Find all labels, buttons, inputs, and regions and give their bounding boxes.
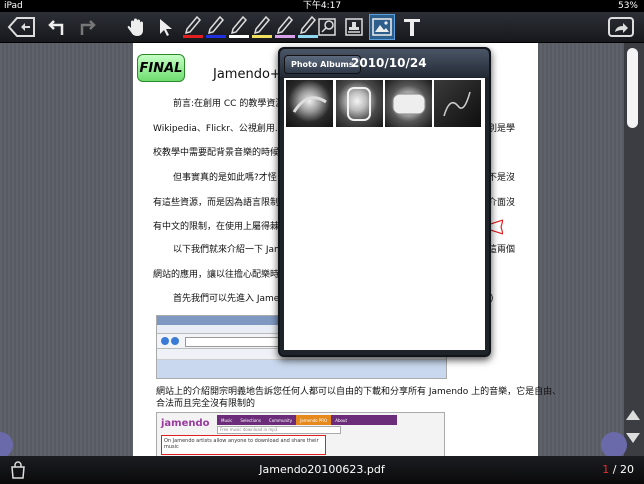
highlighter-purple-icon (275, 15, 295, 38)
home-icon (7, 17, 35, 37)
text-line: 以下我們就來介紹一下 Jame (173, 245, 289, 255)
forward-circle-icon (171, 337, 179, 345)
highlighter-purple-button[interactable] (274, 14, 296, 40)
jamendo-logo: jamendo (161, 418, 210, 429)
right-page-tab[interactable] (601, 432, 627, 458)
photo-1-icon (292, 96, 327, 113)
note-tool-button[interactable] (315, 14, 339, 40)
current-page: 1 (602, 463, 610, 476)
page-indicator: 1 / 20 (602, 456, 634, 484)
text-line: 但事實真的是如此嗎?才怪， (173, 173, 286, 183)
battery-level: 53% (617, 1, 638, 11)
image-icon (372, 18, 392, 36)
text-line: 別是學 (488, 124, 516, 134)
scroll-thumb[interactable] (627, 48, 638, 128)
photo-2-icon (347, 87, 371, 121)
text-line: 前言:在創用 CC 的教學資源 (173, 99, 285, 109)
text-line: 首先我們可以先進入 Jamend (173, 294, 291, 304)
status-bar: iPad 下午4:17 53% (0, 0, 644, 12)
photo-thumbnail[interactable] (434, 80, 481, 127)
pen-blue-button[interactable] (205, 14, 227, 40)
photo-4-icon (443, 91, 471, 117)
text-line: 有中文的限制，在使用上屬得棘手 (153, 222, 289, 232)
text-icon (404, 19, 420, 36)
photo-albums-button[interactable]: Photo Albums (284, 55, 361, 74)
nav-tab: About (335, 418, 348, 423)
note-icon (318, 18, 336, 36)
nav-tab: Jamendo PRO (296, 415, 332, 425)
pen-white-button[interactable] (228, 14, 250, 40)
popover-title: 2010/10/24 (351, 56, 427, 70)
jamendo-screenshot: jamendo Music Selections Community Jamen… (156, 412, 445, 458)
pen-blue-icon (206, 15, 226, 38)
undo-icon (48, 20, 64, 35)
final-stamp[interactable]: FINAL (137, 54, 185, 82)
pen-white-icon (229, 15, 249, 38)
bottom-bar: Jamendo20100623.pdf 1 / 20 (0, 456, 644, 484)
share-icon (608, 17, 634, 37)
hand-tool-button[interactable] (124, 14, 150, 40)
share-button[interactable] (604, 14, 638, 40)
home-button[interactable] (6, 14, 38, 40)
nav-tab: Selections (240, 418, 261, 423)
text-line: 有這些資源，而是因為語言限制住 (153, 198, 289, 208)
document-filename: Jamendo20100623.pdf (259, 463, 385, 476)
text-line: 介面沒 (488, 198, 516, 208)
text-tool-button[interactable] (400, 14, 424, 40)
stamp-icon (345, 18, 363, 36)
pen-red-icon (183, 15, 203, 38)
redo-icon (80, 20, 96, 35)
nav-tab: Music (221, 418, 233, 423)
jamendo-search: Free music download in mp3 (217, 426, 341, 434)
photo-thumbnail[interactable] (336, 80, 383, 127)
jamendo-headline: On Jamendo artists allow anyone to downl… (161, 435, 326, 455)
text-line: 網站的應用，讓以往擔心配樂時找 (153, 270, 289, 280)
total-pages: / 20 (612, 463, 634, 476)
select-tool-button[interactable] (154, 14, 178, 40)
arrow-pointer-icon (160, 19, 172, 36)
undo-button[interactable] (46, 14, 70, 40)
clock: 下午4:17 (302, 1, 342, 11)
text-line: 校教學中需要配背景音樂的時候， (153, 148, 289, 158)
highlighter-yellow-icon (252, 15, 272, 38)
text-line: 合法而且完全沒有限制的 (156, 399, 256, 409)
pen-red-button[interactable] (182, 14, 204, 40)
image-tool-button[interactable] (369, 14, 395, 40)
text-line: 不是沒 (488, 173, 516, 183)
scroll-up-icon[interactable] (626, 410, 640, 420)
annotation-toolbar (0, 12, 644, 43)
highlighter-yellow-button[interactable] (251, 14, 273, 40)
photo-thumbnail[interactable] (385, 80, 432, 127)
photo-3-icon (392, 93, 426, 115)
browser-content (157, 360, 446, 378)
stamp-tool-button[interactable] (343, 14, 365, 40)
text-line: Wikipedia、Flickr、公視創用...... (153, 124, 293, 134)
photo-grid (284, 78, 485, 350)
popover-header: Photo Albums 2010/10/24 (280, 49, 489, 77)
jamendo-nav: Music Selections Community Jamendo PRO A… (217, 415, 397, 425)
back-circle-icon (161, 337, 169, 345)
photo-thumbnail[interactable] (286, 80, 333, 127)
redo-button[interactable] (74, 14, 98, 40)
nav-tab: Community (268, 418, 293, 423)
photo-picker-popover: Photo Albums 2010/10/24 (278, 47, 491, 357)
text-line: 這兩個 (488, 245, 516, 255)
hand-icon (127, 18, 143, 36)
scroll-down-icon[interactable] (626, 433, 640, 443)
